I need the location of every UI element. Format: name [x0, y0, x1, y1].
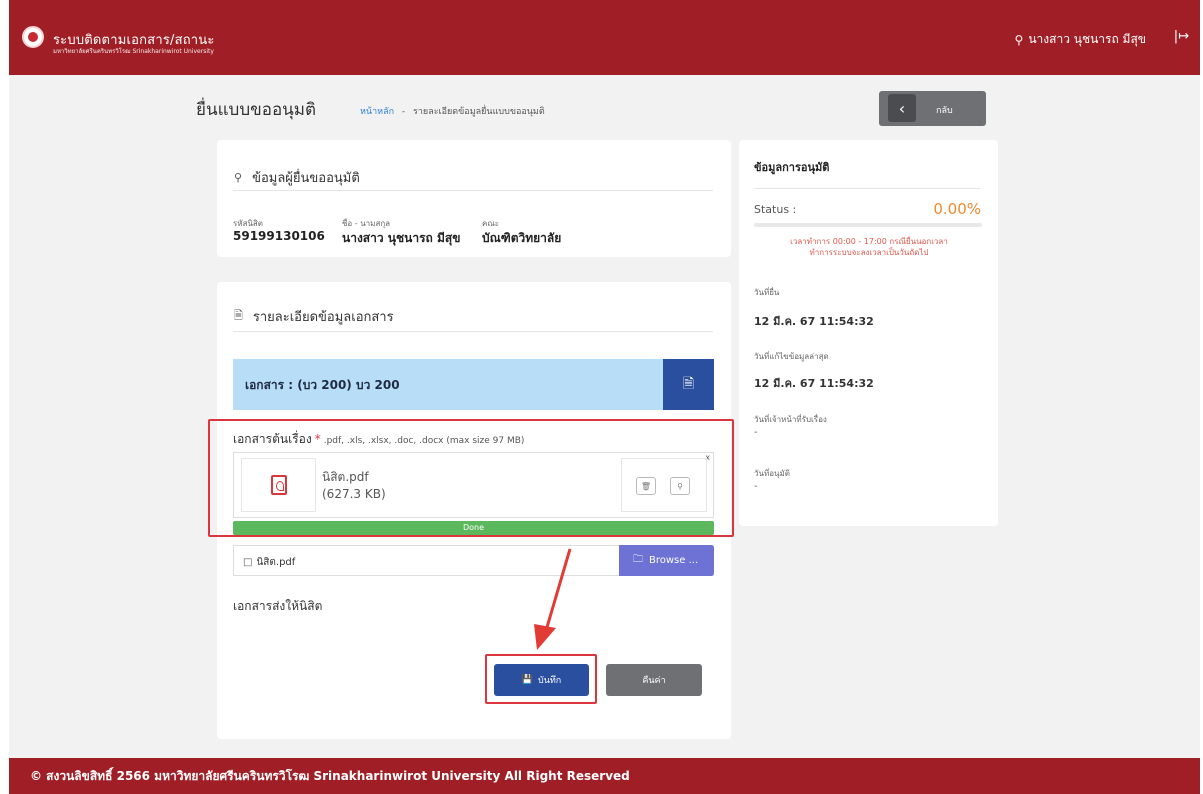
applicant-heading: ข้อมูลผู้ยื่นขออนุมัติ	[252, 171, 360, 186]
status-value: 0.00%	[933, 200, 981, 218]
divider	[754, 188, 980, 189]
breadcrumb-home-link[interactable]: หน้าหลัก	[360, 107, 394, 117]
divider	[233, 190, 713, 191]
updated-date-label: วันที่แก้ไขข้อมูลล่าสุด	[754, 352, 829, 361]
university-logo	[22, 26, 44, 48]
footer-copyright: © สงวนลิขสิทธิ์ 2566 มหาวิทยาลัยศรีนคริน…	[30, 769, 630, 783]
footer: © สงวนลิขสิทธิ์ 2566 มหาวิทยาลัยศรีนคริน…	[9, 758, 1200, 794]
app-subtitle: มหาวิทยาลัยศรีนครินทรวิโรฒ Srinakharinwi…	[53, 48, 214, 55]
file-icon: 🗎	[682, 375, 695, 392]
back-button-label: กลับ	[936, 106, 953, 116]
approval-heading: ข้อมูลการอนุมัติ	[754, 161, 830, 174]
approved-date-label: วันที่อนุมัติ	[754, 469, 790, 478]
page-title: ยื่นแบบขออนุมติ	[196, 100, 317, 120]
back-button[interactable]: ‹ กลับ	[879, 91, 986, 126]
user-icon: ⚲	[1014, 32, 1024, 47]
breadcrumb-separator: -	[401, 107, 406, 117]
received-date-value: -	[754, 427, 758, 438]
folder-icon: 🗀	[633, 554, 643, 565]
office-hours-line-2: ทำการระบบจะลงเวลาเป็นวันถัดไป	[809, 248, 929, 257]
approved-date-value: -	[754, 481, 758, 492]
browse-button[interactable]: 🗀 Browse ...	[619, 545, 714, 576]
file-outline-icon: □	[243, 557, 253, 568]
breadcrumb: หน้าหลัก - รายละเอียดข้อมูลยื่นแบบขออนุม…	[360, 104, 545, 118]
selected-file-name: นิสิต.pdf	[256, 557, 296, 568]
faculty-value: บัณฑิตวิทยาลัย	[482, 231, 562, 245]
office-hours-line-1: เวลาทำการ 00:00 - 17:00 กรณียื่นนอกเวลา	[790, 237, 948, 246]
annotation-box-upload	[208, 419, 734, 537]
reset-button[interactable]: คืนค่า	[606, 664, 702, 696]
browse-button-label: Browse ...	[649, 555, 699, 566]
document-title-bar: เอกสาร : (บว 200) บว 200 🗎	[233, 359, 714, 410]
top-navbar: ระบบติดตามเอกสาร/สถานะ มหาวิทยาลัยศรีนคร…	[9, 0, 1200, 75]
chevron-left-icon: ‹	[888, 94, 916, 122]
document-heading: รายละเอียดข้อมูลเอกสาร	[252, 310, 394, 325]
file-input[interactable]: □ นิสิต.pdf 🗀 Browse ...	[233, 545, 714, 576]
document-icon: 🗎	[234, 309, 243, 322]
user-menu[interactable]: ⚲ นางสาว นุชนารถ มีสุข	[1015, 30, 1146, 49]
document-card-header: 🗎 รายละเอียดข้อมูลเอกสาร	[234, 306, 394, 327]
updated-date-value: 12 มี.ค. 67 11:54:32	[754, 377, 874, 390]
received-date-label: วันที่เจ้าหน้าที่รับเรื่อง	[754, 415, 827, 424]
name-value: นางสาว นุชนารถ มีสุข	[342, 231, 461, 245]
applicant-card: ⚲ ข้อมูลผู้ยื่นขออนุมัติ รหัสนิสิต 59199…	[217, 140, 731, 257]
view-document-button[interactable]: 🗎	[663, 359, 714, 410]
office-hours-note: เวลาทำการ 00:00 - 17:00 กรณียื่นนอกเวลา …	[754, 236, 984, 258]
logout-icon[interactable]: |↦	[1174, 29, 1189, 44]
annotation-box-save	[485, 654, 597, 704]
person-icon: ⚲	[234, 171, 243, 184]
sent-documents-label: เอกสารส่งให้นิสิต	[233, 599, 323, 613]
status-progress	[754, 223, 982, 227]
document-title: เอกสาร : (บว 200) บว 200	[245, 378, 400, 392]
divider	[233, 331, 713, 332]
reset-button-label: คืนค่า	[642, 676, 666, 686]
submitted-date-value: 12 มี.ค. 67 11:54:32	[754, 315, 874, 328]
breadcrumb-current: รายละเอียดข้อมูลยื่นแบบขออนุมติ	[413, 107, 545, 117]
approval-card: ข้อมูลการอนุมัติ Status : 0.00% เวลาทำกา…	[739, 140, 998, 526]
submitted-date-label: วันที่ยื่น	[754, 288, 780, 297]
user-name: นางสาว นุชนารถ มีสุข	[1028, 32, 1146, 46]
selected-file: □ นิสิต.pdf	[243, 555, 295, 570]
status-label: Status :	[754, 203, 797, 216]
applicant-card-header: ⚲ ข้อมูลผู้ยื่นขออนุมัติ	[234, 167, 360, 188]
student-id-value: 59199130106	[233, 229, 325, 243]
